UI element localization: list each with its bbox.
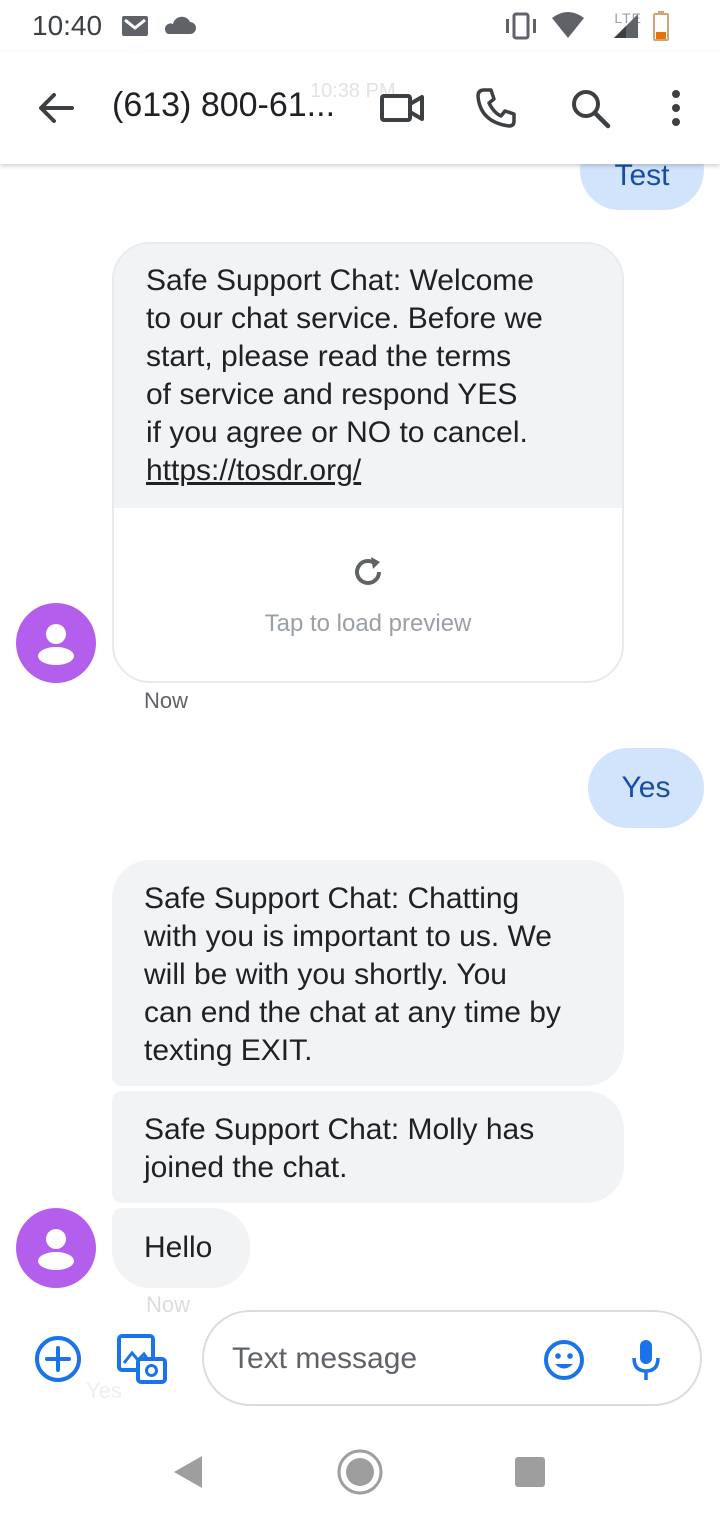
status-time: 10:40	[32, 10, 103, 41]
preview-label: Tap to load preview	[264, 610, 472, 637]
more-vert-icon[interactable]	[652, 84, 700, 132]
ghost-timestamp: Now	[146, 1292, 191, 1317]
message-body: Safe Support Chat: Welcome to our chat s…	[114, 244, 622, 508]
message-line: of service and respond YES	[146, 378, 518, 411]
message-line: if you agree or NO to cancel.	[146, 416, 528, 449]
avatar[interactable]	[16, 1208, 96, 1288]
conversation-title[interactable]: (613) 800-61...	[112, 86, 335, 125]
person-icon	[38, 1229, 74, 1270]
signal-icon	[614, 14, 638, 38]
battery-low-icon	[653, 11, 669, 41]
gmail-icon	[122, 16, 148, 36]
message-line: Safe Support Chat: Molly has	[144, 1113, 535, 1146]
message-line: to our chat service. Before we	[146, 302, 543, 335]
message-text: Yes	[621, 771, 671, 804]
vibrate-icon	[506, 12, 536, 40]
message-input[interactable]: Text message	[202, 1310, 702, 1406]
message-line: joined the chat.	[144, 1151, 348, 1184]
emoji-icon[interactable]	[542, 1338, 586, 1382]
nav-back-icon[interactable]	[170, 1454, 206, 1490]
incoming-message-bubble[interactable]: Safe Support Chat: Molly has joined the …	[112, 1091, 624, 1203]
incoming-message-bubble[interactable]: Safe Support Chat: Welcome to our chat s…	[112, 242, 624, 683]
wifi-icon	[552, 12, 584, 38]
person-icon	[38, 624, 74, 665]
message-input-placeholder: Text message	[232, 1342, 418, 1375]
gallery-icon[interactable]	[116, 1333, 168, 1385]
phone-icon[interactable]	[472, 84, 520, 132]
incoming-message-bubble[interactable]: Hello	[112, 1208, 250, 1288]
message-line: with you is important to us. We	[144, 920, 552, 953]
message-line: can end the chat at any time by	[144, 996, 561, 1029]
nav-recents-icon[interactable]	[514, 1456, 546, 1488]
outgoing-message-bubble[interactable]: Yes	[588, 748, 704, 828]
incoming-message-bubble[interactable]: Safe Support Chat: Chatting with you is …	[112, 860, 624, 1086]
message-link[interactable]: https://tosdr.org/	[146, 452, 622, 490]
message-text: Hello	[144, 1231, 213, 1264]
message-line: Safe Support Chat: Chatting	[144, 882, 520, 915]
message-line: will be with you shortly. You	[144, 958, 507, 991]
status-notification-icons	[122, 16, 196, 36]
status-bar: 10:40 LTE	[0, 0, 720, 52]
avatar[interactable]	[16, 603, 96, 683]
message-line: texting EXIT.	[144, 1034, 313, 1067]
nav-home-icon[interactable]	[336, 1448, 384, 1496]
link-preview[interactable]: Tap to load preview	[114, 508, 622, 681]
refresh-icon[interactable]	[350, 554, 386, 590]
back-arrow-icon[interactable]	[34, 86, 78, 130]
timestamp: Now	[144, 688, 189, 713]
cloud-icon	[164, 16, 196, 34]
mic-icon[interactable]	[628, 1336, 664, 1384]
message-line: Safe Support Chat: Welcome	[146, 264, 534, 297]
video-call-icon[interactable]	[378, 84, 426, 132]
message-line: start, please read the terms	[146, 340, 512, 373]
add-icon[interactable]	[34, 1335, 82, 1383]
status-system-icons	[506, 11, 669, 41]
search-icon[interactable]	[566, 84, 614, 132]
system-nav-bar	[0, 1420, 720, 1520]
app-bar: 10:38 PM (613) 800-61...	[0, 52, 720, 164]
